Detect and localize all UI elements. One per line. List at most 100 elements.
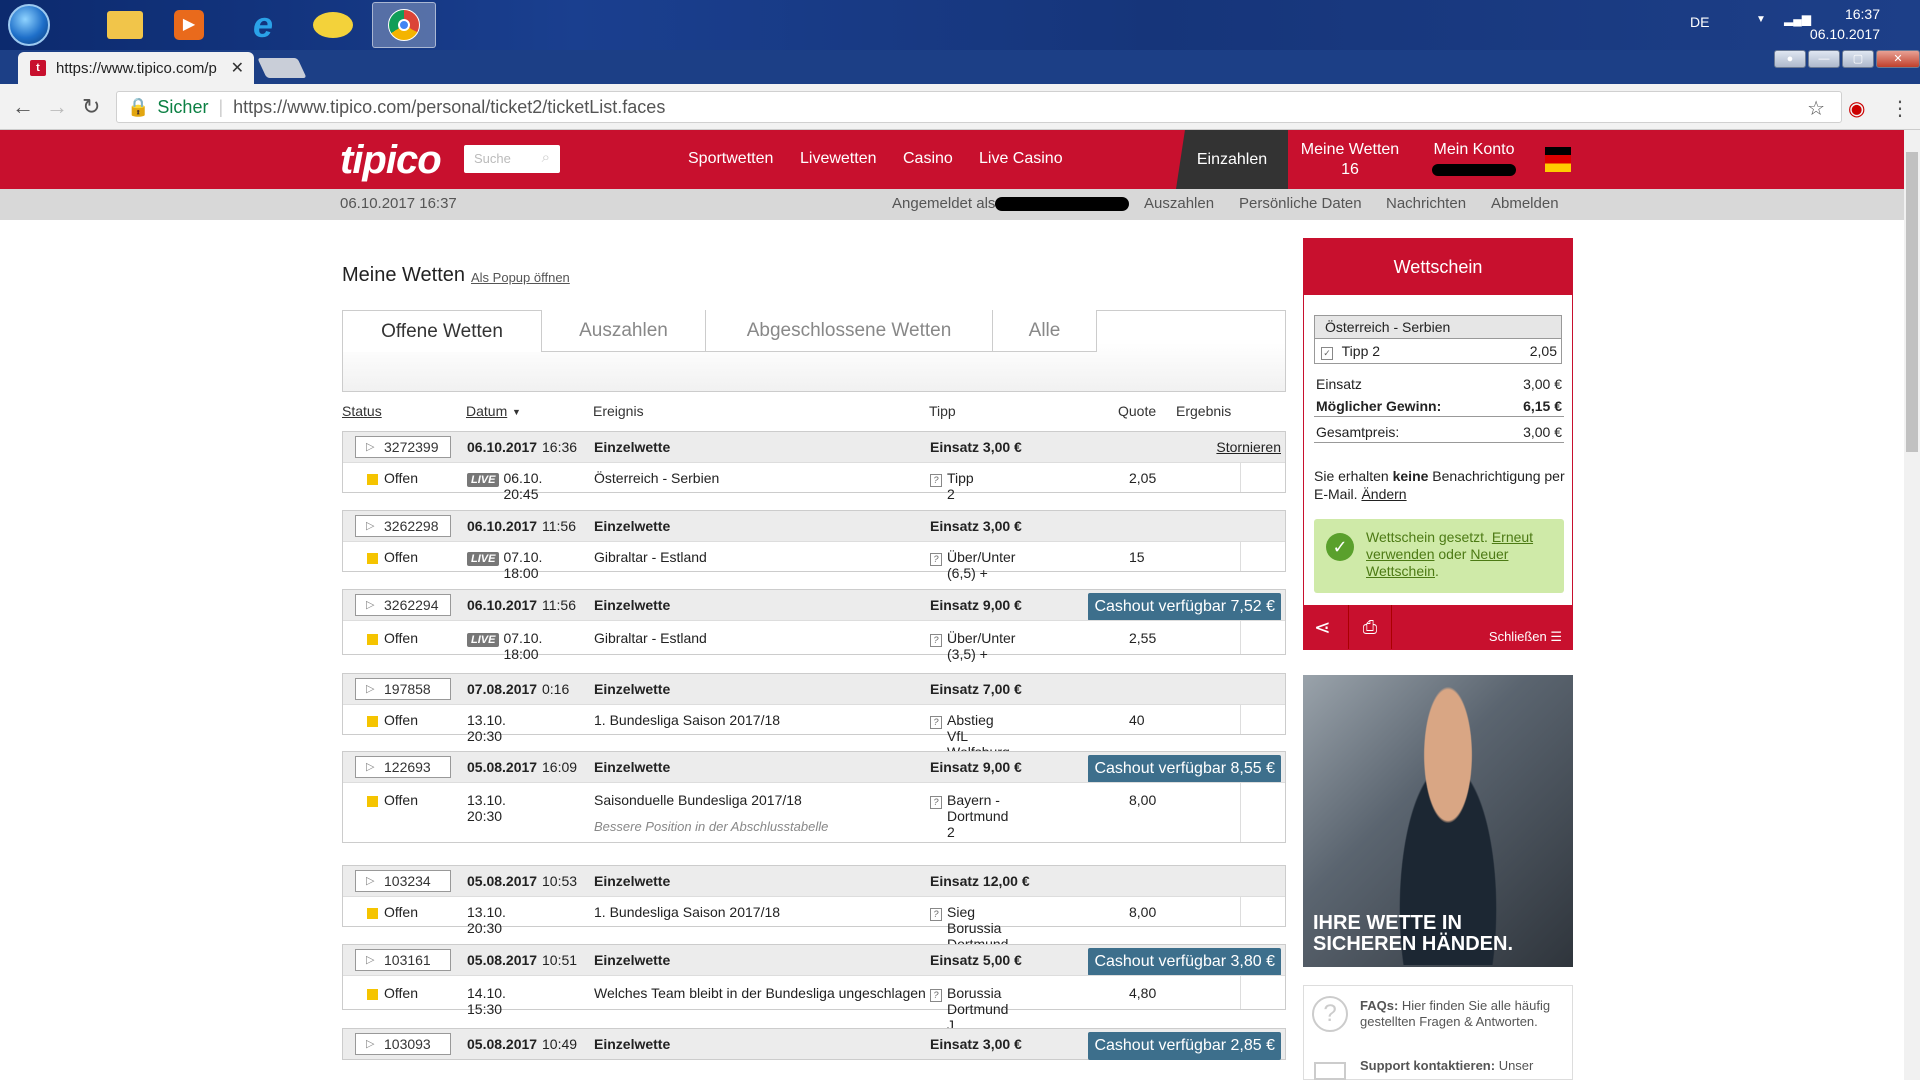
forward-icon[interactable]: → (46, 94, 68, 120)
chrome-icon[interactable] (372, 2, 436, 48)
tipp-info-icon[interactable]: ? (930, 474, 942, 487)
checkbox-icon[interactable]: ✓ (1321, 347, 1333, 360)
close-window-button[interactable]: ✕ (1876, 50, 1920, 68)
tipp-info-icon[interactable]: ? (930, 796, 942, 809)
tab-offene-wetten[interactable]: Offene Wetten (342, 310, 542, 352)
tab-alle[interactable]: Alle (993, 310, 1097, 352)
scrollbar-thumb[interactable] (1906, 152, 1918, 452)
close-tab-icon[interactable]: ✕ (231, 58, 244, 78)
tipico-logo[interactable]: tipico (340, 138, 442, 183)
tipp-info-icon[interactable]: ? (930, 634, 942, 647)
page-scrollbar[interactable] (1904, 130, 1920, 1080)
back-icon[interactable]: ← (12, 94, 34, 120)
bookmark-star-icon[interactable]: ☆ (1807, 96, 1825, 121)
tipp-cell: ? Sieg Borussia Dortmund (930, 904, 1008, 952)
tipp-info-icon[interactable]: ? (930, 908, 942, 921)
faq-link[interactable]: FAQs: Hier finden Sie alle häufig gestel… (1360, 998, 1568, 1030)
user-icon[interactable]: ● (1774, 50, 1806, 68)
ticket-id-button[interactable]: 3272399 (355, 436, 451, 458)
tipp-info-icon[interactable]: ? (930, 553, 942, 566)
event-name: Österreich - Serbien (594, 470, 720, 486)
bet-ticket: 197858 07.08.20170:16 Einzelwette Einsatz 7… (342, 673, 1286, 760)
einsatz-value: 3,00 € (1523, 376, 1562, 392)
sort-down-icon[interactable]: ▼ (512, 407, 521, 417)
print-icon[interactable]: ⎙ (1348, 605, 1392, 649)
ok-text: Wettschein gesetzt. (1366, 529, 1492, 545)
link-auszahlen[interactable]: Auszahlen (1144, 195, 1214, 212)
link-persoenliche-daten[interactable]: Persönliche Daten (1239, 195, 1362, 212)
check-icon: ✓ (1326, 533, 1354, 561)
nav-casino[interactable]: Casino (903, 150, 953, 168)
notification-info: Sie erhalten keine Benachrichtigung per … (1314, 467, 1570, 503)
start-button[interactable] (8, 4, 50, 46)
minimize-button[interactable]: — (1808, 50, 1840, 68)
share-icon[interactable]: ⋖ (1314, 615, 1331, 640)
redacted-username (995, 197, 1129, 211)
explorer-icon[interactable] (96, 2, 154, 48)
internet-explorer-icon[interactable]: e (234, 2, 292, 48)
col-datum[interactable]: Datum (466, 403, 507, 419)
ticket-id-button[interactable]: 3262298 (355, 515, 451, 537)
event-note: Bessere Position in der Abschlusstabelle (594, 819, 829, 834)
bet-einsatz: Einsatz 3,00 € (930, 518, 1022, 534)
ticket-id-button[interactable]: 103234 (355, 870, 451, 892)
search-input[interactable]: Suche ⌕ (464, 145, 560, 173)
result-divider (1240, 463, 1241, 492)
support-link[interactable]: Support kontaktieren: Unser (1360, 1058, 1568, 1074)
cashout-button[interactable]: Cashout verfügbar 2,85 € (1088, 1032, 1281, 1060)
mein-konto-menu[interactable]: Mein Konto (1428, 140, 1520, 160)
status-text: Offen (384, 630, 418, 646)
quote-value: 4,80 (1129, 985, 1157, 1001)
cashout-button[interactable]: Cashout verfügbar 3,80 € (1088, 948, 1281, 976)
maximize-button[interactable]: ▢ (1842, 50, 1874, 68)
bet-einsatz: Einsatz 12,00 € (930, 873, 1030, 889)
schliessen-label: Schließen (1488, 629, 1547, 644)
link-abmelden[interactable]: Abmelden (1491, 195, 1559, 212)
browser-tab[interactable]: t https://www.tipico.com/p ✕ (18, 52, 254, 84)
event-name: Saisonduelle Bundesliga 2017/18 (594, 792, 802, 808)
menu-dots-icon[interactable]: ⋮ (1890, 96, 1910, 121)
bet-header-row: 103093 05.08.201710:49 Einzelwette Einsatz … (343, 1029, 1285, 1060)
tipp-info-icon[interactable]: ? (930, 989, 942, 1002)
separator: | (218, 96, 224, 117)
event-time-text: 07.10. 18:00 (503, 630, 543, 662)
german-flag-icon[interactable] (1545, 147, 1571, 172)
schliessen-button[interactable]: Schließen ☰ (1489, 629, 1562, 645)
bet-einsatz: Einsatz 3,00 € (930, 1036, 1022, 1052)
ticket-id-button[interactable]: 3262294 (355, 594, 451, 616)
tray-arrow-icon[interactable]: ▼ (1756, 14, 1766, 25)
einzahlen-button[interactable]: Einzahlen (1176, 130, 1288, 189)
search-icon[interactable]: ⌕ (542, 149, 550, 166)
ticket-id-button[interactable]: 122693 (355, 756, 451, 778)
stornieren-link[interactable]: Stornieren (1216, 439, 1281, 455)
nav-live-casino[interactable]: Live Casino (979, 150, 1063, 168)
result-divider (1240, 542, 1241, 571)
cashout-button[interactable]: Cashout verfügbar 8,55 € (1088, 755, 1281, 783)
nav-livewetten[interactable]: Livewetten (800, 150, 877, 168)
clock[interactable]: 16:37 06.10.2017 (1810, 4, 1880, 44)
nav-sportwetten[interactable]: Sportwetten (688, 150, 773, 168)
popup-link[interactable]: Als Popup öffnen (471, 270, 570, 285)
ticket-id-button[interactable]: 103161 (355, 949, 451, 971)
aendern-link[interactable]: Ändern (1361, 486, 1406, 502)
address-bar[interactable]: 🔒 Sicher | https://www.tipico.com/person… (116, 91, 1842, 123)
ad-banner[interactable]: IHRE WETTE IN SICHEREN HÄNDEN. (1303, 675, 1573, 967)
language-indicator[interactable]: DE (1690, 14, 1709, 30)
signal-icon[interactable]: ▂▄▆ (1784, 12, 1811, 26)
ticket-id-button[interactable]: 103093 (355, 1033, 451, 1055)
reload-icon[interactable]: ↻ (82, 94, 100, 120)
cashout-button[interactable]: Cashout verfügbar 7,52 € (1088, 593, 1281, 621)
bank-app-icon[interactable] (304, 2, 362, 48)
media-player-icon[interactable]: ▶ (160, 2, 218, 48)
quote-value: 8,00 (1129, 904, 1157, 920)
tab-abgeschlossene-wetten[interactable]: Abgeschlossene Wetten (706, 310, 993, 352)
secure-label: Sicher (157, 96, 209, 117)
quote-value: 40 (1129, 712, 1145, 728)
meine-wetten-menu[interactable]: Meine Wetten 16 (1298, 140, 1402, 180)
link-nachrichten[interactable]: Nachrichten (1386, 195, 1466, 212)
extension-icon[interactable]: ◉ (1848, 96, 1865, 121)
col-status[interactable]: Status (342, 403, 382, 419)
ticket-id-button[interactable]: 197858 (355, 678, 451, 700)
tab-auszahlen[interactable]: Auszahlen (542, 310, 706, 352)
tipp-info-icon[interactable]: ? (930, 716, 942, 729)
